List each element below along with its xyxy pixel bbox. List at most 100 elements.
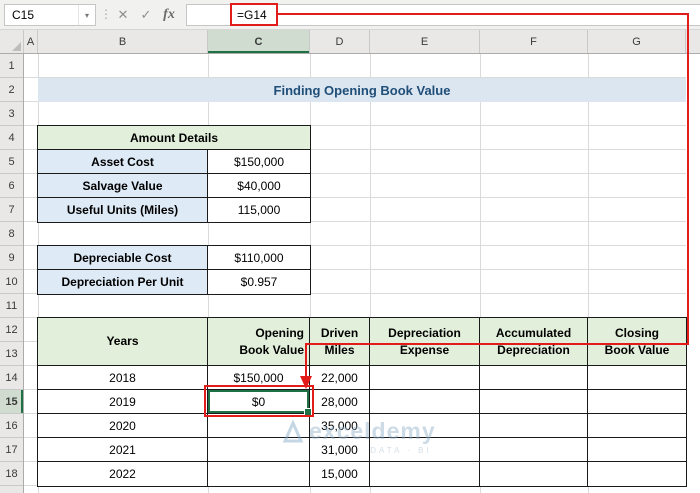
row-header-13[interactable]: 13 xyxy=(0,342,23,366)
row-header-15[interactable]: 15 xyxy=(0,390,23,414)
cell-e17[interactable] xyxy=(370,438,480,462)
cell-d16[interactable]: 35,000 xyxy=(310,414,370,438)
header-opening-book-value[interactable]: Opening Book Value xyxy=(208,318,310,366)
cell-f15[interactable] xyxy=(480,390,588,414)
column-header-d[interactable]: D xyxy=(310,30,370,53)
cell-g18[interactable] xyxy=(588,462,686,486)
formula-text: =G14 xyxy=(237,8,267,22)
cell-e14[interactable] xyxy=(370,366,480,390)
cell-c7-useful-units-value[interactable]: 115,000 xyxy=(208,198,310,222)
header-line: Opening xyxy=(255,325,304,340)
cell-g14[interactable] xyxy=(588,366,686,390)
cell-b15[interactable]: 2019 xyxy=(38,390,208,414)
row-header-3[interactable]: 3 xyxy=(0,102,23,126)
cell-g15[interactable] xyxy=(588,390,686,414)
cancel-icon[interactable]: ✕ xyxy=(112,4,134,26)
header-years[interactable]: Years xyxy=(38,318,208,366)
cell-b17[interactable]: 2021 xyxy=(38,438,208,462)
formula-bar-divider-icon: ⋮ xyxy=(100,7,112,21)
row-header-6[interactable]: 6 xyxy=(0,174,23,198)
column-header-b[interactable]: B xyxy=(38,30,208,53)
cell-b16[interactable]: 2020 xyxy=(38,414,208,438)
row-header-4[interactable]: 4 xyxy=(0,126,23,150)
formula-input[interactable]: =G14 xyxy=(186,4,700,26)
cell-c15-selected[interactable]: $0 xyxy=(208,390,312,416)
name-box-dropdown-icon[interactable]: ▾ xyxy=(78,5,95,25)
column-headers: A B C D E F G xyxy=(0,30,700,54)
cell-b6-salvage-value[interactable]: Salvage Value xyxy=(38,174,208,198)
row-header-8[interactable]: 8 xyxy=(0,222,23,246)
depreciation-schedule-table: Years Opening Book Value Driven Miles De… xyxy=(37,317,687,487)
table-row: Useful Units (Miles) 115,000 xyxy=(38,198,310,222)
cell-b18[interactable]: 2022 xyxy=(38,462,208,486)
header-accumulated-depreciation[interactable]: Accumulated Depreciation xyxy=(480,318,588,366)
header-driven-miles[interactable]: Driven Miles xyxy=(310,318,370,366)
cell-b14[interactable]: 2018 xyxy=(38,366,208,390)
column-header-a[interactable]: A xyxy=(24,30,38,53)
cell-amount-details-header[interactable]: Amount Details xyxy=(38,126,310,150)
header-line: Years xyxy=(106,334,139,348)
cell-f17[interactable] xyxy=(480,438,588,462)
insert-function-icon[interactable]: fx xyxy=(158,4,180,26)
table-row: Depreciation Per Unit $0.957 xyxy=(38,270,310,294)
cell-d17[interactable]: 31,000 xyxy=(310,438,370,462)
cell-c6-salvage-value-value[interactable]: $40,000 xyxy=(208,174,310,198)
cell-e18[interactable] xyxy=(370,462,480,486)
table-row: Salvage Value $40,000 xyxy=(38,174,310,198)
cell-g16[interactable] xyxy=(588,414,686,438)
row-header-5[interactable]: 5 xyxy=(0,150,23,174)
row-header-18[interactable]: 18 xyxy=(0,462,23,486)
cell-c10-depreciation-per-unit-value[interactable]: $0.957 xyxy=(208,270,310,294)
table-row: Depreciable Cost $110,000 xyxy=(38,246,310,270)
row-header-2[interactable]: 2 xyxy=(0,78,23,102)
cell-b10-depreciation-per-unit[interactable]: Depreciation Per Unit xyxy=(38,270,208,294)
cell-c18[interactable] xyxy=(208,462,310,486)
column-header-f[interactable]: F xyxy=(480,30,588,53)
row-header-17[interactable]: 17 xyxy=(0,438,23,462)
cell-e16[interactable] xyxy=(370,414,480,438)
column-header-g[interactable]: G xyxy=(588,30,686,53)
header-depreciation-expense[interactable]: Depreciation Expense xyxy=(370,318,480,366)
cell-g17[interactable] xyxy=(588,438,686,462)
cell-d14[interactable]: 22,000 xyxy=(310,366,370,390)
column-header-e[interactable]: E xyxy=(370,30,480,53)
row-header-11[interactable]: 11 xyxy=(0,294,23,318)
header-line: Depreciation xyxy=(497,342,570,357)
cell-d15[interactable]: 28,000 xyxy=(310,390,370,414)
cell-b5-asset-cost[interactable]: Asset Cost xyxy=(38,150,208,174)
cell-c14[interactable]: $150,000 xyxy=(208,366,310,390)
cell-f16[interactable] xyxy=(480,414,588,438)
enter-icon[interactable]: ✓ xyxy=(135,4,157,26)
row-header-9[interactable]: 9 xyxy=(0,246,23,270)
select-all-corner[interactable] xyxy=(0,30,24,53)
cell-e15[interactable] xyxy=(370,390,480,414)
row-header-12[interactable]: 12 xyxy=(0,318,23,342)
cell-c9-depreciable-cost-value[interactable]: $110,000 xyxy=(208,246,310,270)
excel-window: C15 ▾ ⋮ ✕ ✓ fx =G14 A B C D E F G 1 2 3 … xyxy=(0,0,700,493)
row-header-14[interactable]: 14 xyxy=(0,366,23,390)
row-header-10[interactable]: 10 xyxy=(0,270,23,294)
header-closing-book-value[interactable]: Closing Book Value xyxy=(588,318,686,366)
table-row: 2021 31,000 xyxy=(38,438,686,462)
row-header-1[interactable]: 1 xyxy=(0,54,23,78)
cell-f14[interactable] xyxy=(480,366,588,390)
column-header-c[interactable]: C xyxy=(208,30,310,53)
name-box[interactable]: C15 ▾ xyxy=(4,4,96,26)
cell-c16[interactable] xyxy=(208,414,310,438)
cell-d18[interactable]: 15,000 xyxy=(310,462,370,486)
row-header-16[interactable]: 16 xyxy=(0,414,23,438)
title-cell[interactable]: Finding Opening Book Value xyxy=(38,78,686,102)
cell-f18[interactable] xyxy=(480,462,588,486)
row-header-7[interactable]: 7 xyxy=(0,198,23,222)
cell-b9-depreciable-cost[interactable]: Depreciable Cost xyxy=(38,246,208,270)
cell-c17[interactable] xyxy=(208,438,310,462)
cell-c5-asset-cost-value[interactable]: $150,000 xyxy=(208,150,310,174)
table-header-row: Years Opening Book Value Driven Miles De… xyxy=(38,318,686,366)
cell-b7-useful-units[interactable]: Useful Units (Miles) xyxy=(38,198,208,222)
sheet-grid[interactable]: Finding Opening Book Value Amount Detail… xyxy=(24,54,700,493)
amount-details-table: Amount Details Asset Cost $150,000 Salva… xyxy=(37,125,311,223)
formula-bar: C15 ▾ ⋮ ✕ ✓ fx =G14 xyxy=(0,0,700,30)
derived-values-table: Depreciable Cost $110,000 Depreciation P… xyxy=(37,245,311,295)
header-line: Depreciation xyxy=(388,325,461,340)
header-line: Expense xyxy=(399,342,450,357)
